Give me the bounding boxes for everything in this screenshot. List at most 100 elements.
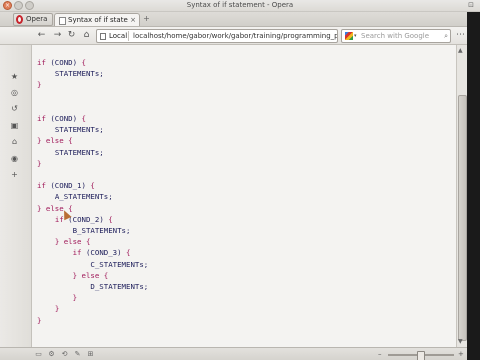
- url-scheme-label: Local: [109, 32, 128, 40]
- code-text: STATEMENTs;: [54, 69, 104, 79]
- code-line: }: [37, 315, 41, 326]
- code-brace: } else {: [37, 136, 73, 146]
- code-brace: }: [72, 293, 78, 303]
- code-brace: {: [126, 248, 131, 258]
- code-line: } else {: [37, 270, 109, 281]
- widgets-icon[interactable]: ◎: [10, 88, 19, 97]
- code-text: C_STATEMENTs;: [90, 259, 149, 269]
- unite-icon[interactable]: ⌂: [10, 137, 19, 146]
- code-line: A_STATEMENTs;: [37, 191, 113, 202]
- settings-icon[interactable]: ⚙: [47, 350, 56, 359]
- opera-menu-label: Opera: [26, 15, 48, 23]
- code-text: D_STATEMENTs;: [90, 282, 149, 291]
- code-keyword: if: [72, 248, 82, 258]
- scrollbar-thumb[interactable]: [458, 95, 467, 341]
- window-title: Syntax of if statement - Opera: [186, 1, 294, 9]
- code-line: B_STATEMENTs;: [37, 225, 131, 236]
- code-line: if (COND_3) {: [37, 247, 131, 258]
- opera-menu-button[interactable]: Opera: [13, 13, 53, 26]
- menu-icon[interactable]: ⋯: [455, 30, 466, 41]
- reload-icon[interactable]: ↻: [66, 30, 77, 41]
- panel-toggle-icon[interactable]: ▭: [34, 350, 43, 359]
- new-tab-icon[interactable]: +: [142, 14, 151, 23]
- code-keyword: if: [37, 181, 46, 191]
- google-icon[interactable]: [345, 32, 353, 40]
- sync-icon[interactable]: ⟲: [60, 350, 69, 359]
- title-bar: × Syntax of if statement - Opera ⊡: [0, 0, 480, 12]
- browser-window: × Syntax of if statement - Opera ⊡ Opera…: [0, 0, 480, 360]
- code-line: }: [37, 292, 77, 303]
- code-line: if (COND) {: [37, 113, 86, 124]
- bookmarks-icon[interactable]: ★: [10, 72, 19, 81]
- code-brace: {: [108, 214, 113, 224]
- chevron-down-icon[interactable]: ▾: [354, 30, 357, 42]
- code-brace: }: [54, 304, 60, 314]
- page-icon: [59, 17, 66, 25]
- zoom-in-icon[interactable]: +: [458, 350, 464, 358]
- search-input[interactable]: ▾ Search with Google ⌕: [341, 29, 451, 43]
- url-separator: [128, 31, 129, 41]
- code-line: STATEMENTs;: [37, 147, 104, 158]
- code-keyword: if: [37, 114, 46, 123]
- add-panel-icon[interactable]: +: [10, 170, 19, 179]
- window-edge: [467, 12, 480, 360]
- back-icon[interactable]: ←: [36, 30, 47, 41]
- tab-title: Syntax of if stateme...: [68, 16, 128, 24]
- notes-icon[interactable]: ▣: [10, 121, 19, 130]
- code-brace: } else {: [72, 270, 109, 280]
- code-line: }: [37, 303, 59, 314]
- code-keyword: if: [37, 58, 46, 67]
- status-bar: ▭ ⚙ ⟲ ✎ ⊞ – +: [0, 347, 480, 360]
- navigation-bar: ← → ↻ ⌂ Local localhost/home/gabor/work/…: [0, 27, 480, 45]
- code-line: } else {: [37, 135, 73, 146]
- code-line: D_STATEMENTs;: [37, 281, 148, 292]
- code-text: (COND_3): [81, 248, 127, 258]
- scroll-down-icon[interactable]: ▼: [458, 338, 463, 345]
- code-brace: {: [90, 181, 95, 191]
- zoom-slider-thumb[interactable]: [417, 351, 425, 360]
- code-text: (COND): [45, 114, 82, 123]
- scroll-up-icon[interactable]: ▲: [458, 47, 463, 54]
- tab-syntax-of-if-statement[interactable]: Syntax of if stateme... ×: [54, 13, 140, 26]
- zoom-out-icon[interactable]: –: [378, 350, 382, 358]
- tab-close-icon[interactable]: ×: [130, 14, 136, 26]
- code-brace: }: [37, 80, 42, 90]
- search-icon[interactable]: ⌕: [444, 30, 448, 42]
- page-info-icon[interactable]: [100, 33, 106, 40]
- forward-icon[interactable]: →: [52, 30, 63, 41]
- opera-logo-icon: [16, 15, 23, 24]
- code-brace: } else {: [54, 237, 91, 247]
- code-text: STATEMENTs;: [54, 125, 104, 135]
- code-brace: }: [37, 315, 42, 325]
- code-line: } else {: [37, 236, 91, 247]
- zoom-slider[interactable]: [388, 351, 454, 360]
- vertical-scrollbar[interactable]: ▲ ▼: [456, 45, 467, 347]
- home-icon[interactable]: ⌂: [81, 30, 92, 41]
- side-panel: ★ ◎ ↺ ▣ ⌂ ◉ +: [0, 45, 32, 347]
- search-placeholder: Search with Google: [361, 32, 430, 40]
- restore-icon[interactable]: ⊡: [466, 1, 476, 9]
- history-icon[interactable]: ↺: [10, 104, 19, 113]
- page-content: if (COND) { STATEMENTs;} if (COND) { STAT…: [32, 45, 456, 347]
- code-text: (COND_1): [45, 181, 91, 191]
- url-text[interactable]: localhost/home/gabor/work/gabor/training…: [133, 30, 337, 42]
- transfers-icon[interactable]: ◉: [10, 154, 19, 163]
- code-line: }: [37, 158, 41, 169]
- code-text: (COND): [45, 58, 82, 67]
- address-field[interactable]: Local localhost/home/gabor/work/gabor/tr…: [96, 29, 338, 43]
- tab-bar: Opera Syntax of if stateme... × + ⊡: [0, 12, 480, 27]
- view-icon[interactable]: ⊞: [86, 350, 95, 359]
- code-brace: {: [81, 114, 86, 123]
- code-line: C_STATEMENTs;: [37, 259, 148, 270]
- edit-icon[interactable]: ✎: [73, 350, 82, 359]
